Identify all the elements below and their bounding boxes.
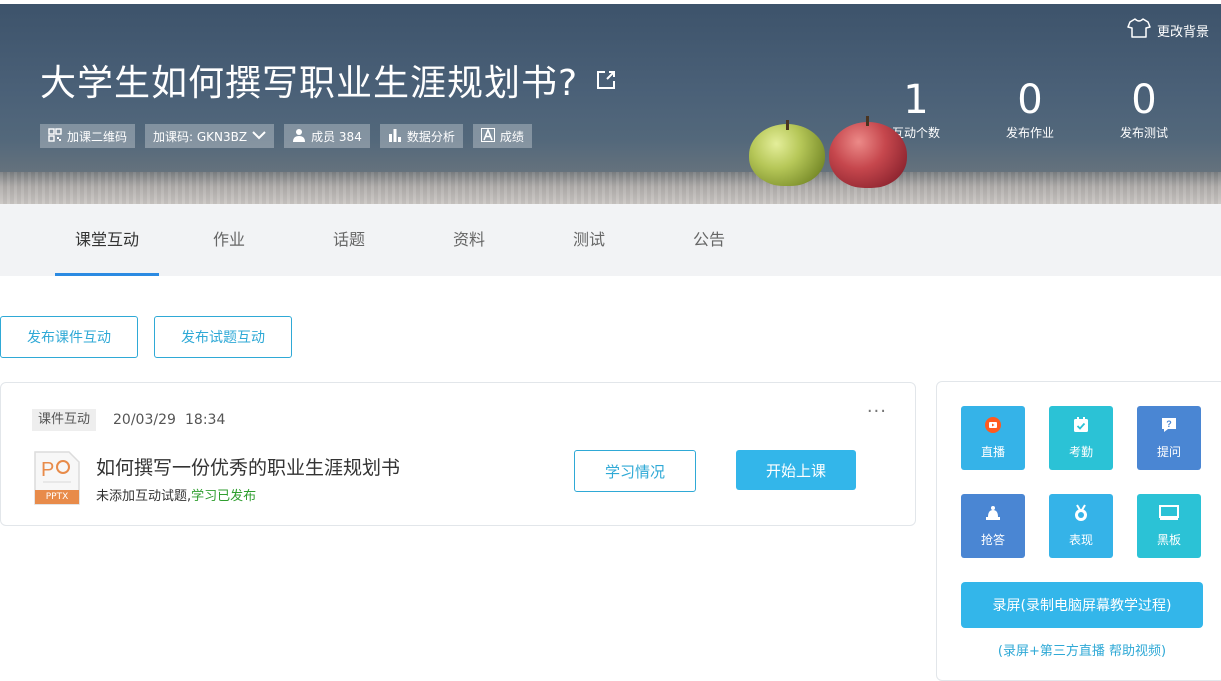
screen-record-button[interactable]: 录屏(录制电脑屏幕教学过程) bbox=[961, 582, 1203, 628]
tab-topics[interactable]: 话题 bbox=[297, 204, 401, 276]
attendance-icon bbox=[1072, 416, 1090, 437]
more-options-icon[interactable]: ··· bbox=[867, 401, 887, 422]
members-label: 成员 384 bbox=[311, 129, 362, 144]
members-chip[interactable]: 成员 384 bbox=[284, 124, 370, 148]
course-code-label: 加课码: GKN3BZ bbox=[153, 129, 248, 144]
publish-time: 18:34 bbox=[185, 412, 226, 428]
stat-value: 0 bbox=[1131, 77, 1157, 123]
stat-homework: 0 发布作业 bbox=[980, 76, 1080, 141]
svg-text:P: P bbox=[41, 459, 54, 481]
live-stream-button[interactable]: 直播 bbox=[961, 406, 1025, 470]
grades-label: 成绩 bbox=[499, 129, 524, 144]
stat-value: 1 bbox=[903, 77, 929, 123]
change-background-button[interactable]: 更改背景 bbox=[1127, 18, 1209, 42]
file-type-label: PPTX bbox=[45, 492, 69, 502]
course-chip-row: 加课二维码 加课码: GKN3BZ 成员 384 数据分析 成绩 bbox=[40, 124, 532, 148]
tab-materials[interactable]: 资料 bbox=[417, 204, 521, 276]
tab-homework[interactable]: 作业 bbox=[177, 204, 281, 276]
bar-chart-icon bbox=[388, 128, 402, 145]
course-title: 大学生如何撰写职业生涯规划书? bbox=[40, 63, 579, 104]
publish-date: 20/03/29 bbox=[113, 412, 176, 428]
change-background-label: 更改背景 bbox=[1156, 24, 1209, 40]
buzzer-icon bbox=[984, 504, 1002, 525]
medal-icon bbox=[1072, 504, 1090, 525]
publish-quiz-button[interactable]: 发布试题互动 bbox=[154, 316, 292, 358]
qr-code-label: 加课二维码 bbox=[67, 129, 128, 144]
tab-tests[interactable]: 测试 bbox=[537, 204, 641, 276]
no-quiz-text: 未添加互动试题, bbox=[96, 489, 192, 504]
chevron-down-icon bbox=[252, 129, 266, 143]
start-class-button[interactable]: 开始上课 bbox=[736, 450, 856, 490]
interaction-card: 课件互动 20/03/29 18:34 ··· P PPTX 如何撰写一份优秀的… bbox=[0, 382, 916, 526]
courseware-title[interactable]: 如何撰写一份优秀的职业生涯规划书 bbox=[96, 453, 400, 480]
tool-label: 表现 bbox=[1068, 533, 1093, 547]
grades-chip[interactable]: 成绩 bbox=[472, 124, 532, 148]
course-banner: 更改背景 大学生如何撰写职业生涯规划书? 加课二维码 加课码: GKN3BZ 成… bbox=[0, 4, 1221, 204]
tool-label: 抢答 bbox=[980, 533, 1005, 547]
apple-stem bbox=[866, 116, 869, 126]
qr-code-icon bbox=[48, 127, 62, 145]
blackboard-icon bbox=[1159, 504, 1179, 525]
stat-label: 发布作业 bbox=[1005, 126, 1054, 140]
attendance-button[interactable]: 考勤 bbox=[1049, 406, 1113, 470]
study-status-button[interactable]: 学习情况 bbox=[574, 450, 696, 492]
help-video-link[interactable]: (录屏+第三方直播 帮助视频) bbox=[961, 640, 1203, 659]
blackboard-button[interactable]: 黑板 bbox=[1137, 494, 1201, 558]
publish-courseware-button[interactable]: 发布课件互动 bbox=[0, 316, 138, 358]
course-tab-bar: 课堂互动 作业 话题 资料 测试 公告 bbox=[0, 204, 1221, 276]
interaction-type-tag: 课件互动 bbox=[32, 409, 97, 431]
red-apple-image bbox=[829, 122, 907, 188]
live-icon bbox=[984, 416, 1002, 437]
pptx-file-icon: P PPTX bbox=[33, 450, 81, 506]
course-code-chip[interactable]: 加课码: GKN3BZ bbox=[145, 124, 275, 148]
courseware-status: 未添加互动试题,学习已发布 bbox=[96, 485, 256, 504]
teaching-tools-panel: 直播 考勤 ? 提问 抢答 表现 黑板 录屏(录制电脑屏幕教学过程) (录屏+第… bbox=[936, 381, 1221, 681]
edit-icon[interactable] bbox=[596, 70, 616, 94]
question-icon: ? bbox=[1160, 416, 1178, 437]
stat-label: 发布测试 bbox=[1119, 126, 1168, 140]
published-status: 学习已发布 bbox=[191, 489, 257, 504]
stat-tests: 0 发布测试 bbox=[1094, 76, 1194, 141]
performance-button[interactable]: 表现 bbox=[1049, 494, 1113, 558]
tab-announcements[interactable]: 公告 bbox=[657, 204, 761, 276]
qr-code-chip[interactable]: 加课二维码 bbox=[40, 124, 136, 148]
green-apple-image bbox=[749, 124, 825, 186]
tab-classroom-interaction[interactable]: 课堂互动 bbox=[55, 204, 159, 276]
stat-value: 0 bbox=[1017, 77, 1043, 123]
tool-label: 提问 bbox=[1156, 445, 1181, 459]
shirt-icon bbox=[1127, 18, 1151, 42]
grade-icon bbox=[480, 127, 495, 145]
apple-stem bbox=[786, 120, 789, 130]
ask-question-button[interactable]: ? 提问 bbox=[1137, 406, 1201, 470]
buzzer-button[interactable]: 抢答 bbox=[961, 494, 1025, 558]
user-icon bbox=[292, 128, 306, 145]
tool-label: 直播 bbox=[980, 445, 1005, 459]
tool-label: 考勤 bbox=[1068, 445, 1093, 459]
data-analysis-label: 数据分析 bbox=[406, 129, 455, 144]
svg-text:?: ? bbox=[1166, 419, 1172, 429]
data-analysis-chip[interactable]: 数据分析 bbox=[379, 124, 463, 148]
tool-label: 黑板 bbox=[1156, 533, 1181, 547]
